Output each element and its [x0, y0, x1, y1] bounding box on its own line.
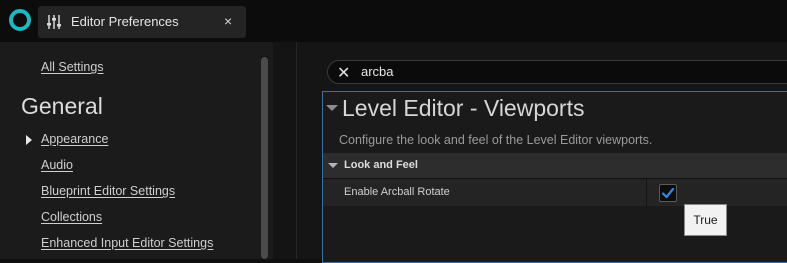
selected-arrow-icon [26, 135, 32, 145]
tab-editor-preferences[interactable]: Editor Preferences × [38, 6, 246, 38]
app-logo-icon [9, 9, 31, 31]
category-look-and-feel[interactable]: Look and Feel [323, 153, 787, 179]
settings-sidebar: All Settings General Appearance Audio Bl… [0, 42, 273, 259]
sidebar-item-collections[interactable]: Collections [41, 210, 102, 224]
sidebar-item-blueprint-editor-settings[interactable]: Blueprint Editor Settings [41, 184, 175, 198]
sliders-icon [47, 15, 61, 29]
sidebar-item-enhanced-input-editor-settings[interactable]: Enhanced Input Editor Settings [41, 236, 213, 250]
title-bar: Editor Preferences × [0, 0, 787, 42]
collapse-category-icon[interactable] [328, 163, 338, 168]
sidebar-item-appearance[interactable]: Appearance [41, 132, 108, 146]
column-divider[interactable] [646, 179, 647, 206]
checkmark-icon [661, 187, 675, 199]
sidebar-scrollbar[interactable] [261, 57, 268, 259]
all-settings-link[interactable]: All Settings [41, 60, 104, 74]
sidebar-item-audio[interactable]: Audio [41, 158, 73, 172]
close-tab-icon[interactable]: × [224, 13, 232, 29]
section-description: Configure the look and feel of the Level… [339, 133, 653, 147]
sidebar-heading-general: General [21, 93, 103, 119]
category-label: Look and Feel [344, 159, 418, 171]
tab-title: Editor Preferences [71, 14, 179, 29]
value-tooltip: True [684, 204, 727, 236]
splitter[interactable] [273, 42, 297, 259]
property-row-enable-arcball-rotate: Enable Arcball Rotate [323, 179, 787, 206]
search-value[interactable]: arcba [361, 64, 394, 79]
clear-search-icon[interactable]: ✕ [337, 63, 350, 83]
search-input[interactable]: ✕ arcba [327, 60, 787, 84]
section-title: Level Editor - Viewports [342, 95, 585, 121]
enable-arcball-rotate-checkbox[interactable] [659, 184, 677, 202]
collapse-section-icon[interactable] [326, 105, 338, 111]
property-label: Enable Arcball Rotate [344, 186, 450, 198]
